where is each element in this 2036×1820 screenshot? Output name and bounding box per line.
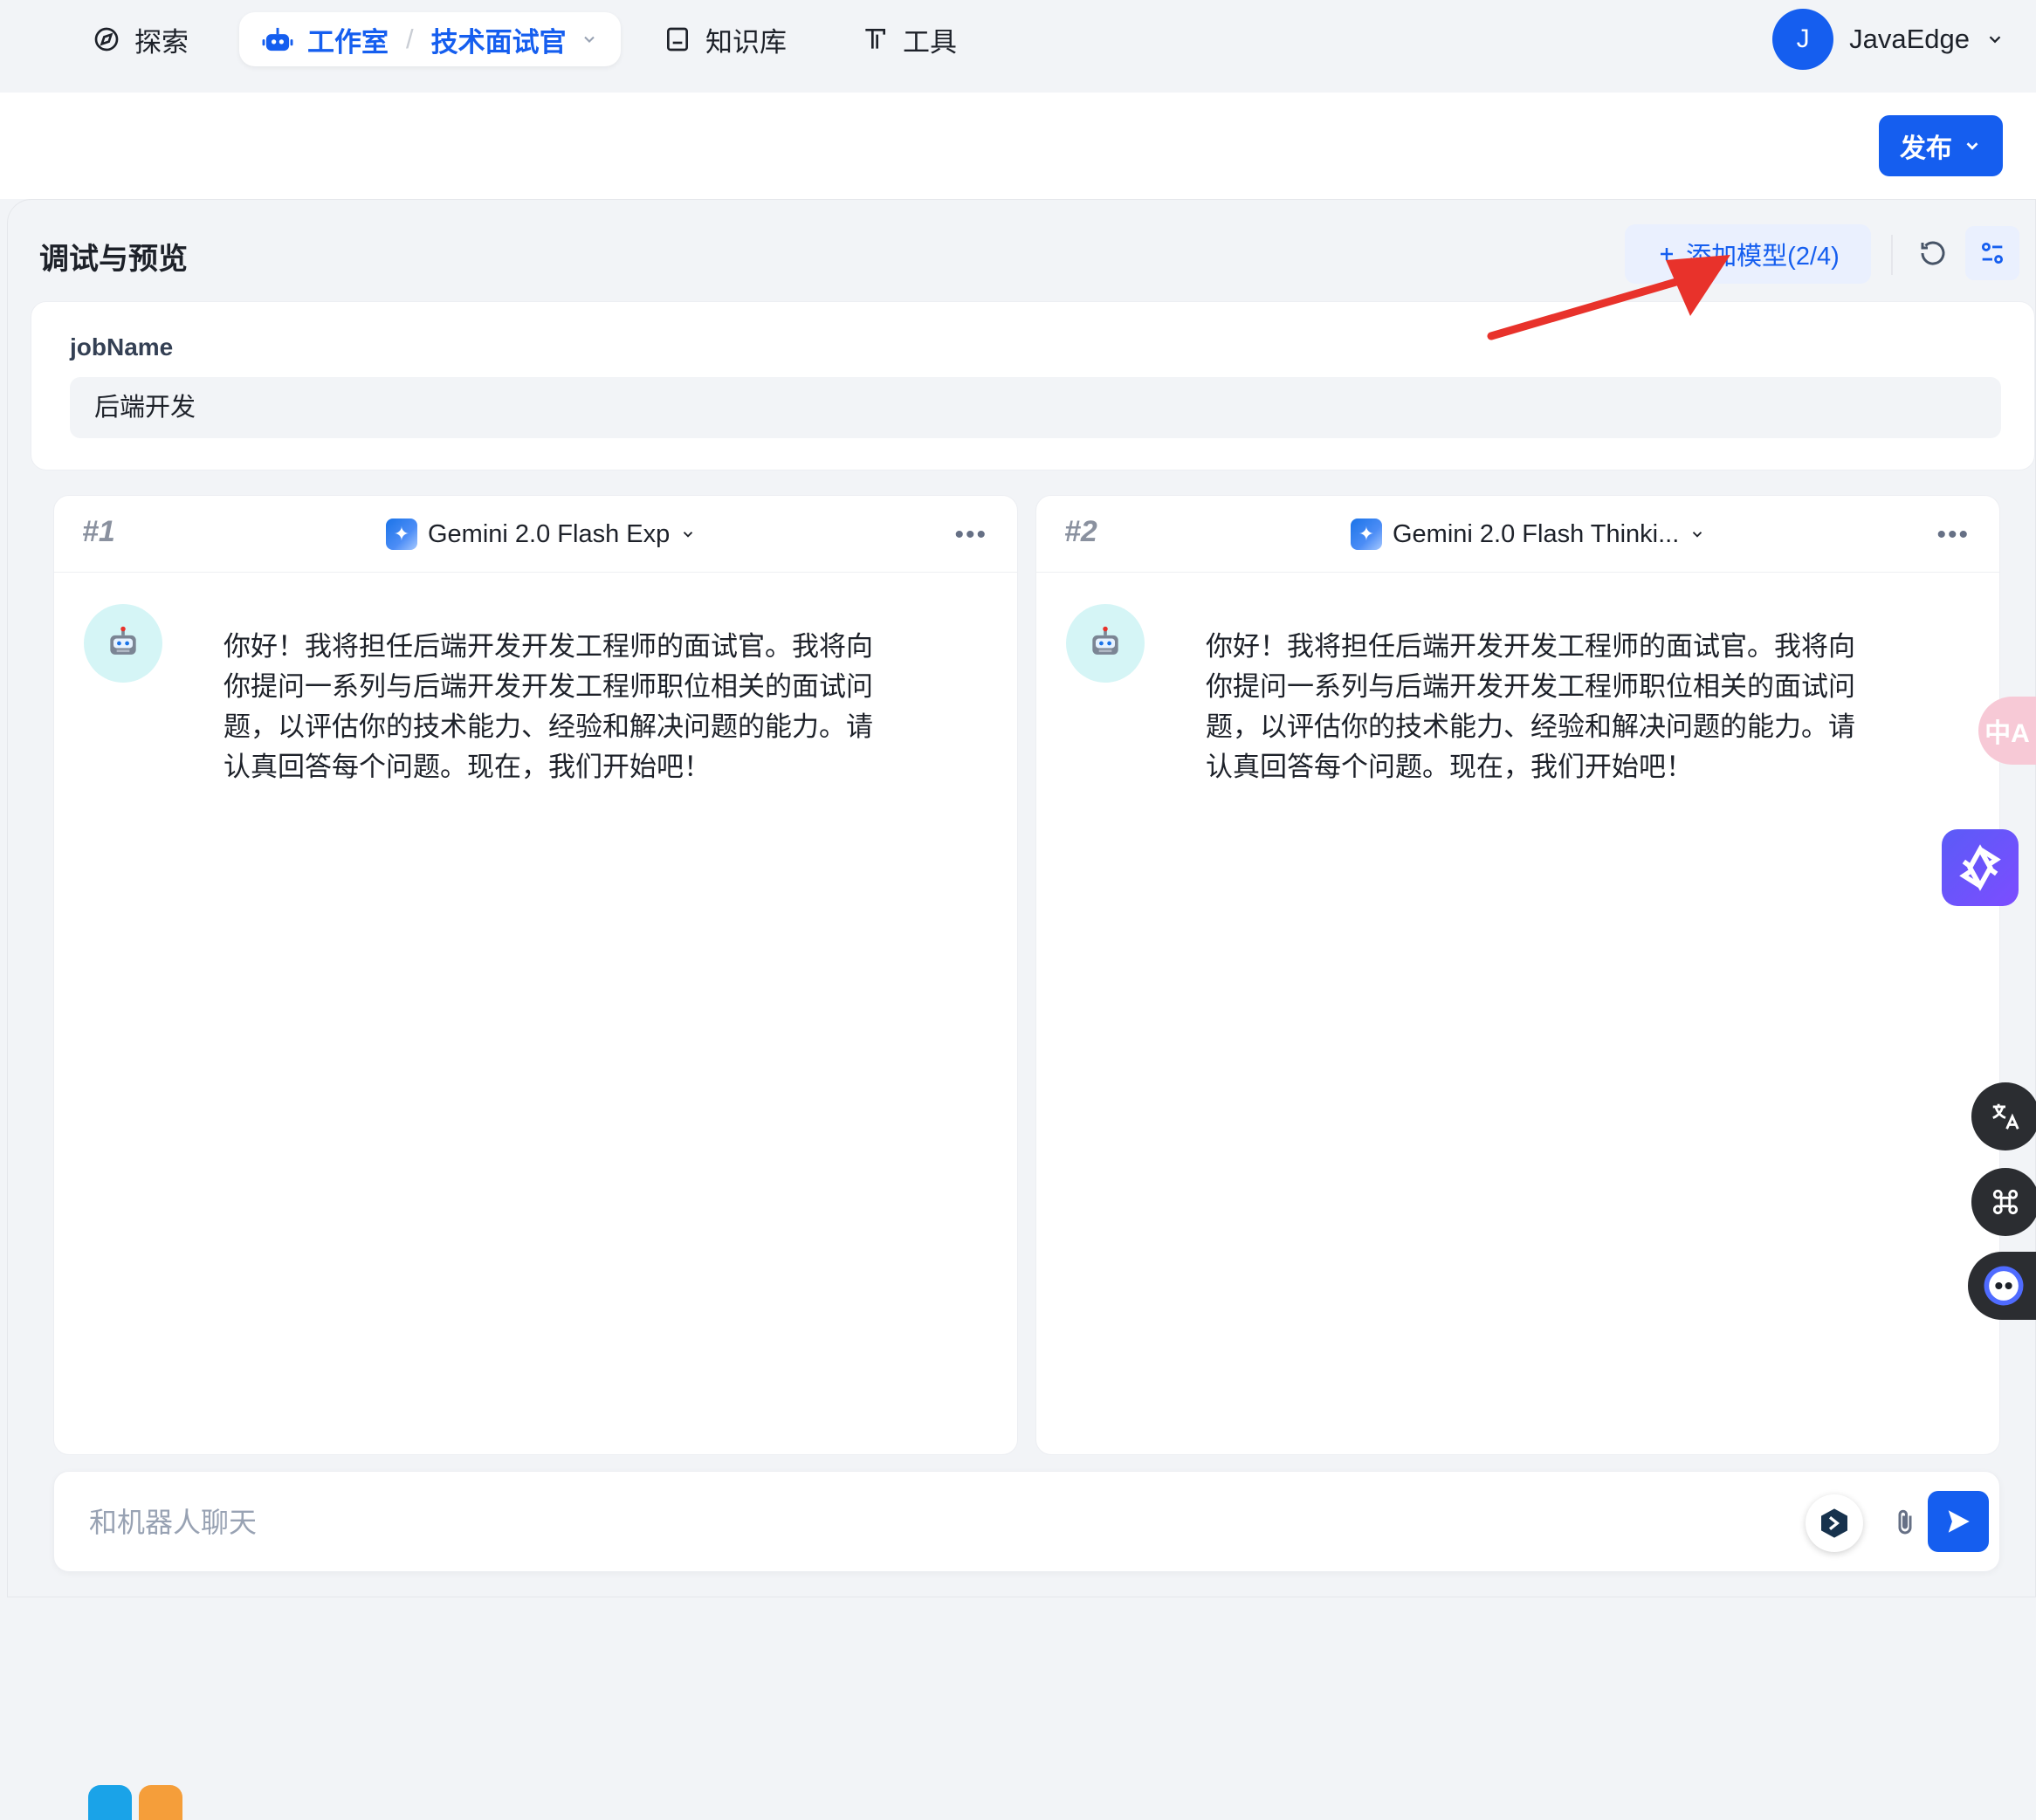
tool-icon — [865, 29, 885, 49]
robot-icon — [110, 626, 136, 655]
gemini-icon: ✦ — [1351, 519, 1382, 550]
nav-studio-label[interactable]: 工作室 — [307, 20, 389, 59]
model-card-header: #1 ✦ Gemini 2.0 Flash Exp ••• — [54, 496, 1017, 573]
model-name: Gemini 2.0 Flash Exp — [428, 519, 671, 548]
extension-button[interactable] — [1806, 1494, 1863, 1552]
badge-orange — [139, 1785, 182, 1820]
command-button[interactable] — [1971, 1168, 2036, 1236]
nav-tools[interactable]: 工具 — [861, 12, 957, 66]
model-name: Gemini 2.0 Flash Thinki... — [1393, 519, 1680, 548]
nav-studio-breadcrumb[interactable]: 工作室 / 技术面试官 — [239, 12, 621, 66]
job-name-field[interactable]: 后端开发 — [70, 377, 2001, 438]
translate-button[interactable] — [1971, 1082, 2036, 1150]
variable-label: jobName — [70, 333, 174, 361]
nav-explore[interactable]: 探索 — [93, 12, 189, 66]
chat-input-bar — [53, 1471, 2000, 1572]
translate-icon — [1992, 1103, 2019, 1130]
book-icon — [667, 27, 688, 52]
nav-tools-label: 工具 — [903, 26, 957, 58]
top-navigation: 探索 工作室 / 技术面试官 知识库 工具 J JavaEdge — [0, 0, 2036, 93]
add-model-button[interactable]: 添加模型(2/4) — [1625, 224, 1871, 284]
variable-settings-button[interactable] — [1965, 226, 2019, 280]
model-selector[interactable]: ✦ Gemini 2.0 Flash Thinki... — [1351, 513, 1705, 555]
more-icon[interactable]: ••• — [1936, 520, 1970, 550]
nav-knowledge[interactable]: 知识库 — [664, 12, 787, 66]
bot-message: 你好！我将担任后端开发开发工程师的面试官。我将向你提问一系列与后端开发开发工程师… — [1206, 631, 1855, 782]
bot-message: 你好！我将担任后端开发开发工程师的面试官。我将向你提问一系列与后端开发开发工程师… — [224, 631, 873, 782]
plus-icon — [1661, 248, 1674, 260]
bot-avatar — [84, 604, 162, 683]
publish-button[interactable]: 发布 — [1879, 115, 2003, 176]
debug-preview-panel: 调试与预览 添加模型(2/4) jobName 后端开发 #1 ✦ Gemini… — [7, 199, 2036, 1820]
gemini-icon: ✦ — [386, 519, 417, 550]
chevron-down-icon — [684, 532, 693, 538]
chat-input[interactable] — [89, 1498, 1661, 1547]
avatar[interactable]: J — [1772, 9, 1834, 70]
chevron-down-icon — [1693, 532, 1702, 538]
nav-explore-label: 探索 — [134, 26, 189, 58]
robot-icon — [262, 27, 293, 52]
variables-card: jobName 后端开发 — [31, 301, 2035, 470]
model-card-1: #1 ✦ Gemini 2.0 Flash Exp ••• 你好！我将担任后端开… — [53, 495, 1018, 1455]
model-index: #1 — [82, 515, 115, 548]
model-index: #2 — [1064, 515, 1097, 548]
bot-face-icon — [1984, 1266, 2024, 1306]
assistant-icon — [1959, 844, 2001, 891]
cube-icon — [1821, 1508, 1847, 1538]
publish-bar: 发布 — [0, 93, 2036, 199]
toolbar-divider — [1891, 235, 1893, 275]
chat-assistant-button[interactable] — [1968, 1252, 2036, 1320]
chevron-down-icon[interactable] — [1985, 30, 2005, 49]
chevron-down-icon[interactable] — [581, 31, 598, 48]
send-icon — [1948, 1510, 1970, 1533]
model-card-header: #2 ✦ Gemini 2.0 Flash Thinki... ••• — [1036, 496, 1999, 573]
refresh-icon — [1921, 241, 1945, 265]
user-name[interactable]: JavaEdge — [1849, 24, 1970, 55]
breadcrumb-separator: / — [406, 24, 414, 54]
command-icon — [1992, 1189, 2019, 1215]
model-selector[interactable]: ✦ Gemini 2.0 Flash Exp — [386, 513, 696, 555]
assistant-app-button[interactable] — [1942, 829, 2019, 906]
page-title: 调试与预览 — [39, 243, 188, 276]
nav-knowledge-label: 知识库 — [705, 26, 787, 58]
more-icon[interactable]: ••• — [954, 520, 987, 550]
add-model-label: 添加模型(2/4) — [1686, 243, 1840, 271]
settings-sliders-icon — [1981, 242, 2004, 264]
badge-blue — [88, 1785, 132, 1820]
bot-avatar — [1066, 604, 1145, 683]
paperclip-icon — [1898, 1509, 1912, 1535]
user-menu[interactable]: J JavaEdge — [1772, 7, 2005, 72]
model-card-2: #2 ✦ Gemini 2.0 Flash Thinki... ••• 你好！我… — [1035, 495, 2000, 1455]
send-button[interactable] — [1928, 1491, 1989, 1552]
robot-icon — [1092, 626, 1118, 655]
restart-button[interactable] — [1906, 226, 1960, 280]
publish-label: 发布 — [1900, 134, 1952, 163]
chevron-down-icon — [1966, 142, 1978, 150]
nav-app-name[interactable]: 技术面试官 — [431, 20, 567, 59]
attach-button[interactable] — [1881, 1498, 1929, 1547]
bottom-badges — [88, 1785, 182, 1820]
compass-icon — [94, 27, 119, 52]
